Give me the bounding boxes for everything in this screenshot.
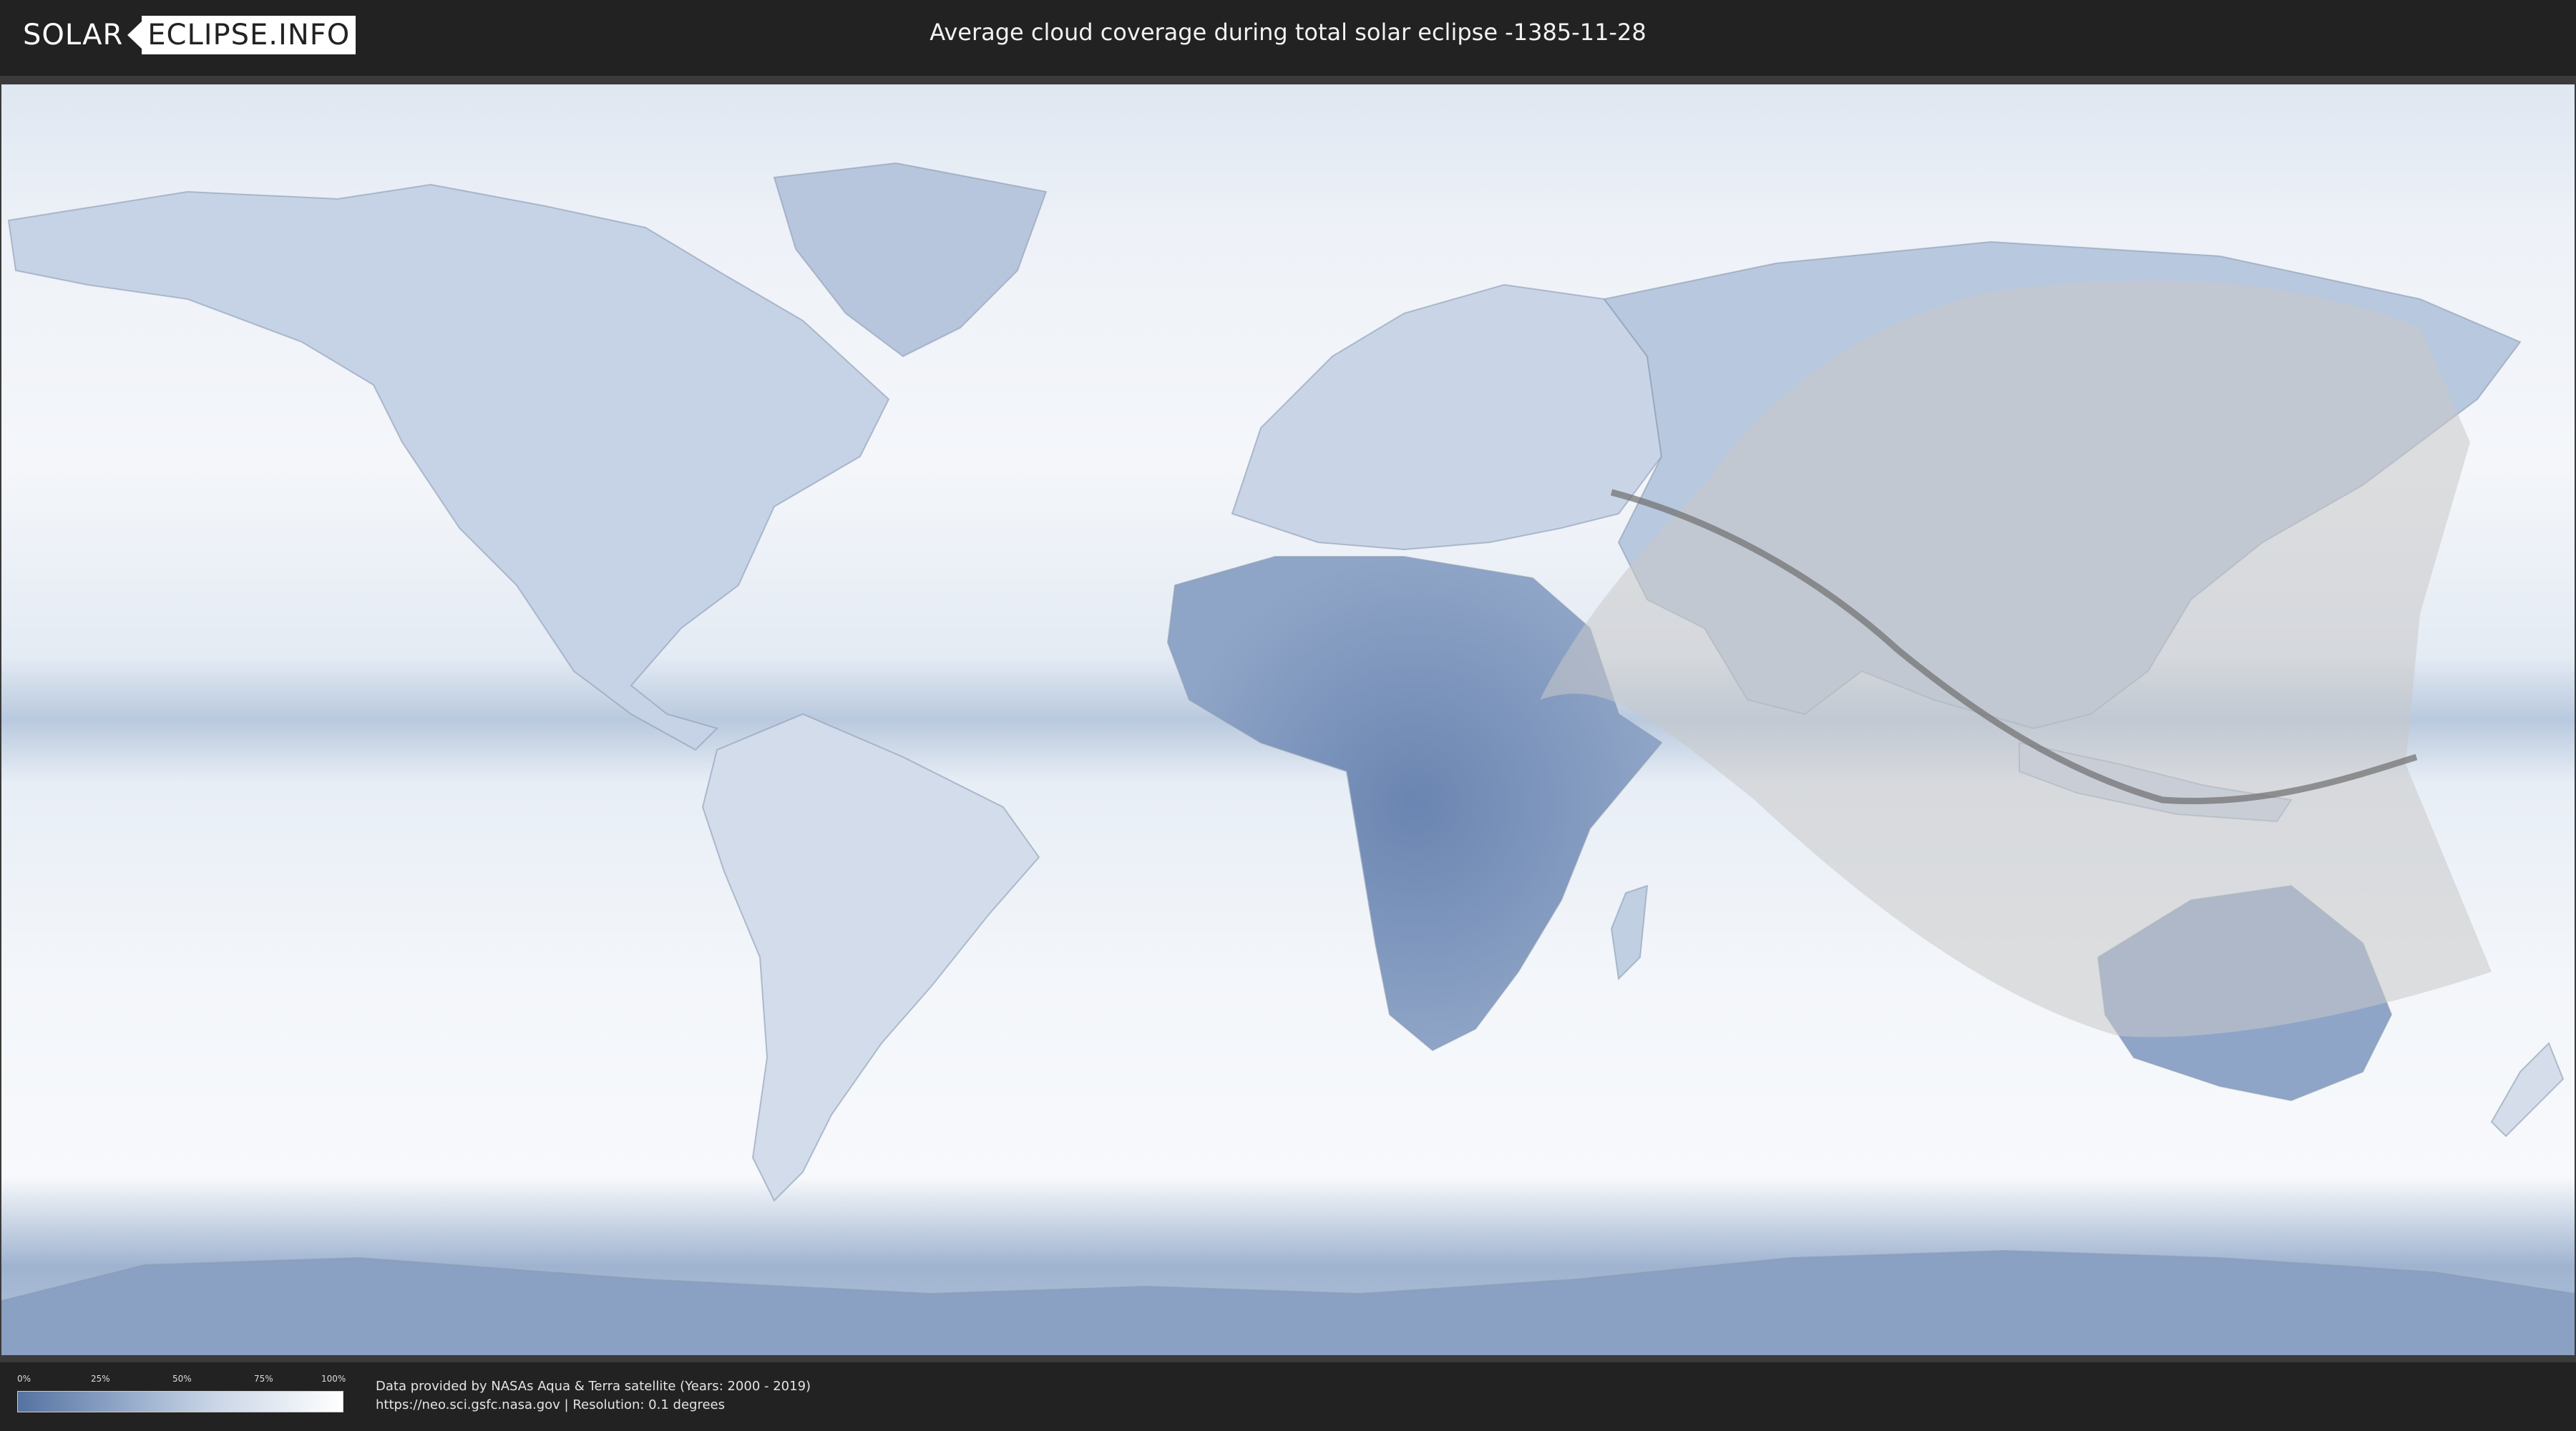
- legend-tick-75: 75%: [254, 1374, 273, 1384]
- legend-tick-0: 0%: [17, 1374, 31, 1384]
- credit-line: Data provided by NASAs Aqua & Terra sate…: [376, 1379, 811, 1394]
- legend-tick-100: 100%: [321, 1374, 346, 1384]
- legend-gradient-bar: [17, 1391, 343, 1412]
- legend-tick-50: 50%: [172, 1374, 192, 1384]
- data-credits: Data provided by NASAs Aqua & Terra sate…: [376, 1377, 811, 1415]
- world-cloud-map[interactable]: [1, 84, 2575, 1355]
- source-line[interactable]: https://neo.sci.gsfc.nasa.gov | Resoluti…: [376, 1396, 811, 1415]
- legend-tick-25: 25%: [91, 1374, 110, 1384]
- page-title: Average cloud coverage during total sola…: [930, 19, 1646, 46]
- cloud-coverage-legend: 0% 25% 50% 75% 100%: [17, 1374, 346, 1415]
- header-bar: SOLAR ECLIPSE.INFO Average cloud coverag…: [0, 0, 2576, 72]
